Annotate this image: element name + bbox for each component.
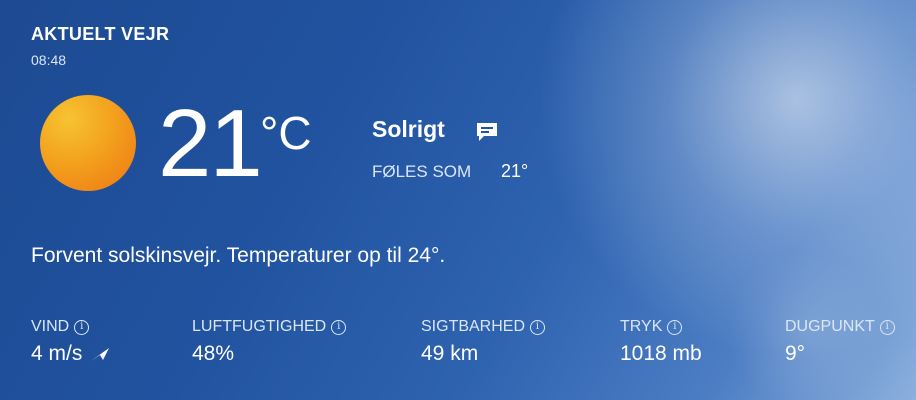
metric-value: 4 m/s xyxy=(31,342,83,365)
feels-like-label: FØLES SOM xyxy=(372,162,472,181)
metric-label: DUGPUNKT xyxy=(785,318,875,335)
metric-dew-point: DUGPUNKT i 9° xyxy=(785,318,895,366)
background-glow xyxy=(536,0,916,360)
feels-like-value: 21° xyxy=(501,161,529,181)
forecast-summary: Forvent solskinsvejr. Temperaturer op ti… xyxy=(31,244,446,267)
info-icon[interactable]: i xyxy=(331,319,347,335)
metric-value: 49 km xyxy=(421,342,479,365)
metric-value: 48% xyxy=(192,342,235,365)
metric-label: LUFTFUGTIGHED xyxy=(192,318,327,335)
sun-icon xyxy=(40,95,136,191)
observation-time: 08:48 xyxy=(31,52,67,68)
metric-visibility: SIGTBARHED i 49 km xyxy=(421,318,546,366)
card-title: AKTUELT VEJR xyxy=(31,24,170,44)
metric-pressure: TRYK i 1018 mb xyxy=(620,318,702,366)
temperature-unit: °C xyxy=(260,107,312,159)
info-icon[interactable]: i xyxy=(530,319,546,335)
metric-label: VIND xyxy=(31,318,70,335)
info-icon[interactable]: i xyxy=(74,319,90,335)
current-temperature: 21 xyxy=(158,90,263,197)
weather-condition: Solrigt xyxy=(372,116,445,142)
metric-value: 9° xyxy=(785,342,806,365)
chat-icon[interactable] xyxy=(475,121,499,143)
metric-label: TRYK xyxy=(620,318,663,335)
wind-direction-icon xyxy=(91,348,110,361)
metric-humidity: LUFTFUGTIGHED i 48% xyxy=(192,318,347,366)
current-weather-card: AKTUELT VEJR 08:48 21 °C Solrigt FØLES S… xyxy=(0,0,916,400)
metric-label: SIGTBARHED xyxy=(421,318,526,335)
info-icon[interactable]: i xyxy=(879,319,895,335)
metric-value: 1018 mb xyxy=(620,342,702,365)
metric-wind: VIND i 4 m/s xyxy=(31,318,110,366)
info-icon[interactable]: i xyxy=(667,319,683,335)
